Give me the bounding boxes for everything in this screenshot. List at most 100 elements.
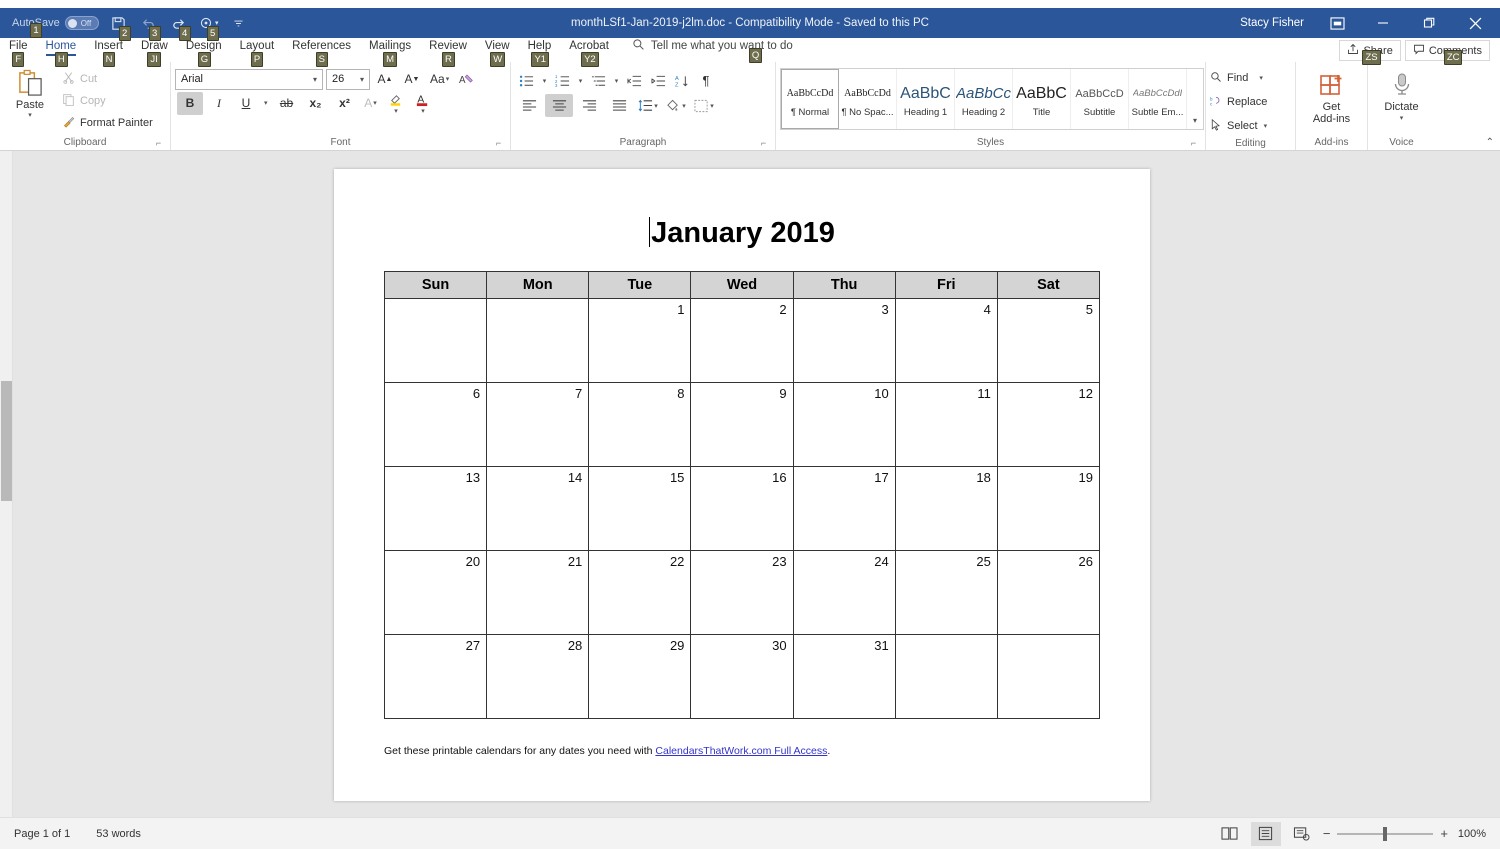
cut-button[interactable]: Cut <box>62 69 159 88</box>
zoom-in-button[interactable]: + <box>1440 826 1448 841</box>
zoom-slider[interactable]: − + <box>1323 826 1448 841</box>
bullets-button[interactable] <box>515 69 537 92</box>
strikethrough-button[interactable]: ab <box>274 92 300 115</box>
calendar-day-cell[interactable]: 10 <box>792 382 896 467</box>
justify-button[interactable] <box>605 94 633 117</box>
tab-references[interactable]: References S <box>283 38 360 67</box>
calendar-day-cell[interactable]: 16 <box>690 466 794 551</box>
align-right-button[interactable] <box>575 94 603 117</box>
tab-design[interactable]: Design G <box>177 38 231 67</box>
change-case-button[interactable]: Aa ▾ <box>427 68 452 91</box>
tab-draw[interactable]: Draw JI <box>132 38 177 67</box>
account-name[interactable]: Stacy Fisher <box>1230 17 1314 29</box>
calendar-day-cell[interactable]: 31 <box>792 634 896 719</box>
clipboard-dialog-launcher-icon[interactable]: ⌐ <box>153 138 164 149</box>
redo-button[interactable]: 4 <box>165 11 193 41</box>
calendar-day-cell[interactable]: 17 <box>792 466 896 551</box>
font-name-combobox[interactable]: Arial ▾ <box>175 68 323 90</box>
ribbon-display-options-icon[interactable] <box>1314 8 1360 38</box>
zoom-track[interactable] <box>1337 826 1434 841</box>
find-button[interactable]: Find ▾ <box>1210 68 1267 88</box>
web-layout-button[interactable] <box>1287 822 1317 846</box>
line-spacing-button[interactable]: ▾ <box>635 94 661 117</box>
tab-home[interactable]: Home H <box>37 38 86 67</box>
save-button[interactable]: 2 <box>105 11 133 41</box>
calendar-day-cell[interactable]: 21 <box>486 550 590 635</box>
chevron-down-icon[interactable]: ▾ <box>357 75 367 84</box>
style-normal[interactable]: AaBbCcDd ¶ Normal <box>781 69 839 129</box>
zoom-thumb[interactable] <box>1383 826 1388 841</box>
tab-layout[interactable]: Layout P <box>231 38 284 67</box>
copy-button[interactable]: Copy <box>62 91 159 110</box>
customize-qat-button[interactable] <box>225 11 253 35</box>
calendar-day-cell[interactable]: 27 <box>383 634 488 719</box>
comments-button[interactable]: Comments ZC <box>1404 40 1490 65</box>
tab-view[interactable]: View W <box>476 38 519 67</box>
print-layout-button[interactable] <box>1250 821 1281 846</box>
read-mode-button[interactable] <box>1215 822 1245 846</box>
document-page[interactable]: January 2019 Sun Mon Tue Wed Thu Fri Sat <box>334 169 1150 801</box>
calendar-day-cell[interactable] <box>894 634 998 719</box>
calendar-day-cell[interactable]: 26 <box>996 550 1101 635</box>
word-count[interactable]: 53 words <box>96 828 141 840</box>
format-painter-button[interactable]: Format Painter <box>62 113 159 132</box>
calendar-day-cell[interactable]: 3 <box>792 298 896 383</box>
share-button[interactable]: Share ZS <box>1339 40 1401 65</box>
calendar-day-cell[interactable]: 15 <box>588 466 692 551</box>
font-color-button[interactable]: A ▾ <box>411 92 435 115</box>
minimize-icon[interactable] <box>1360 8 1406 38</box>
calendar-day-cell[interactable]: 2 <box>690 298 794 383</box>
calendar-day-cell[interactable]: 1 <box>588 298 692 383</box>
numbering-button[interactable]: 123 <box>551 69 573 92</box>
tab-file[interactable]: File F <box>0 38 37 67</box>
decrease-indent-button[interactable] <box>623 69 645 92</box>
calendar-day-cell[interactable]: 25 <box>894 550 998 635</box>
calendar-day-cell[interactable]: 24 <box>792 550 896 635</box>
calendar-day-cell[interactable]: 20 <box>383 550 488 635</box>
multilevel-list-button[interactable] <box>587 69 609 92</box>
show-formatting-marks-button[interactable]: ¶ <box>695 69 717 92</box>
chevron-down-icon[interactable]: ▾ <box>1400 113 1404 125</box>
zoom-out-button[interactable]: − <box>1323 826 1331 841</box>
paste-button[interactable]: Paste ▾ <box>4 65 56 119</box>
scrollbar-thumb[interactable] <box>1 381 12 501</box>
styles-dialog-launcher-icon[interactable]: ⌐ <box>1188 138 1199 149</box>
bold-button[interactable]: B <box>177 91 203 115</box>
calendar-day-cell[interactable]: 11 <box>894 382 998 467</box>
tab-acrobat[interactable]: Acrobat Y2 <box>560 38 618 67</box>
select-button[interactable]: Select ▾ <box>1210 116 1267 136</box>
subscript-button[interactable]: x₂ <box>303 92 329 115</box>
calendar-day-cell[interactable]: 23 <box>690 550 794 635</box>
collapse-ribbon-icon[interactable]: ⌃ <box>1486 137 1494 148</box>
shading-button[interactable]: ▾ <box>663 94 689 117</box>
text-highlight-button[interactable]: ▾ <box>384 92 408 115</box>
style-heading-1[interactable]: AaBbC Heading 1 <box>897 69 955 129</box>
style-subtle-emphasis[interactable]: AaBbCcDdI Subtle Em... <box>1129 69 1187 129</box>
tab-insert[interactable]: Insert N <box>85 38 132 67</box>
close-icon[interactable] <box>1452 8 1498 38</box>
autosave-toggle[interactable]: AutoSave Off 1 <box>8 16 103 38</box>
calendar-day-cell[interactable]: 7 <box>486 382 590 467</box>
calendar-day-cell[interactable] <box>996 634 1101 719</box>
replace-button[interactable]: bc Replace <box>1210 92 1267 112</box>
borders-button[interactable]: ▾ <box>691 94 717 117</box>
calendars-that-work-link[interactable]: CalendarsThatWork.com Full Access <box>655 745 827 757</box>
calendar-day-cell[interactable]: 28 <box>486 634 590 719</box>
numbering-dropdown[interactable]: ▾ <box>575 69 585 92</box>
chevron-down-icon[interactable]: ▾ <box>310 75 320 84</box>
calendar-day-cell[interactable]: 30 <box>690 634 794 719</box>
paragraph-dialog-launcher-icon[interactable]: ⌐ <box>758 138 769 149</box>
font-size-combobox[interactable]: 26 ▾ <box>326 68 370 90</box>
style-subtitle[interactable]: AaBbCcD Subtitle <box>1071 69 1129 129</box>
align-center-button[interactable] <box>545 94 573 117</box>
multilevel-dropdown[interactable]: ▾ <box>611 69 621 92</box>
increase-indent-button[interactable] <box>647 69 669 92</box>
superscript-button[interactable]: x² <box>332 92 358 115</box>
calendar-day-cell[interactable]: 18 <box>894 466 998 551</box>
undo-button[interactable]: 3 <box>135 11 163 41</box>
calendar-day-cell[interactable]: 19 <box>996 466 1101 551</box>
styles-gallery-more-button[interactable]: ▾ <box>1187 69 1203 129</box>
tab-help[interactable]: Help Y1 <box>519 38 561 67</box>
calendar-day-cell[interactable]: 22 <box>588 550 692 635</box>
tell-me-search[interactable]: Tell me what you want to do Q <box>618 38 793 63</box>
